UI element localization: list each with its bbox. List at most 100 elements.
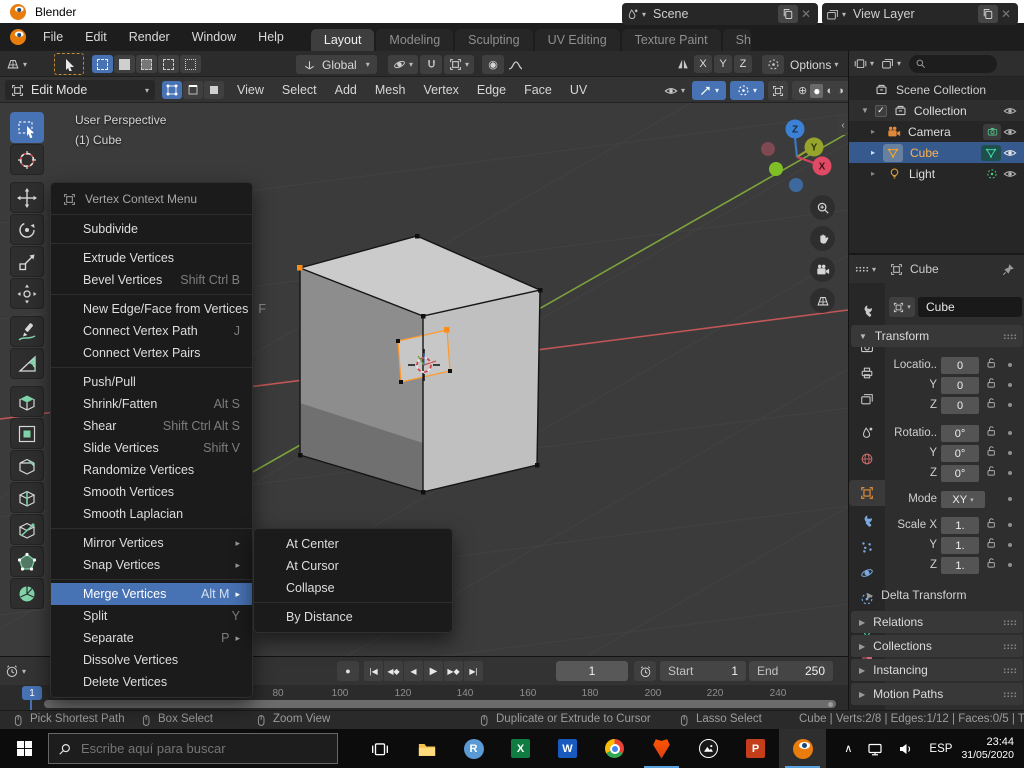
scale-y-anim-dot[interactable] (1008, 543, 1012, 547)
rotation-x-anim-dot[interactable] (1008, 431, 1012, 435)
location-x-lock-icon[interactable] (985, 357, 997, 369)
transform-grip-icon[interactable] (1003, 333, 1017, 340)
workspace-tab-shading[interactable]: Sh (722, 29, 751, 51)
tool-spin[interactable] (10, 578, 44, 609)
scale-y-field[interactable]: 1. (941, 537, 979, 554)
relations-grip-icon[interactable] (1003, 619, 1017, 626)
auto-keying-clock-button[interactable] (634, 661, 656, 681)
tool-bevel[interactable] (10, 450, 44, 481)
menu-item-mirror-vertices[interactable]: Mirror Vertices ▸ (51, 532, 252, 554)
mirror-x-toggle[interactable]: X (694, 55, 712, 73)
transform-orientation-dropdown[interactable]: Global ▾ (296, 55, 377, 74)
mirror-y-toggle[interactable]: Y (714, 55, 732, 73)
rotation-y-anim-dot[interactable] (1008, 451, 1012, 455)
overlays-toggle-button[interactable]: ▾ (730, 81, 764, 100)
menu-item-slide-vertices[interactable]: Slide Vertices Shift V (51, 437, 252, 459)
tool-move[interactable] (10, 182, 44, 213)
workspace-tab-layout[interactable]: Layout (310, 29, 375, 51)
menu-item-extrude-vertices[interactable]: Extrude Vertices (51, 247, 252, 269)
tool-cursor[interactable] (10, 144, 44, 175)
menu-select[interactable]: Select (273, 83, 326, 97)
gizmo-neg-z-ball[interactable] (789, 178, 803, 192)
brave-button[interactable] (638, 729, 685, 768)
play-button[interactable]: ▶ (424, 661, 443, 681)
workspace-tab-texture-paint[interactable]: Texture Paint (621, 29, 721, 51)
tool-rotate[interactable] (10, 214, 44, 245)
scene-selector[interactable]: ▾ Scene ✕ (622, 3, 818, 25)
select-mode-intersect-button[interactable] (180, 55, 201, 73)
location-y-anim-dot[interactable] (1008, 383, 1012, 387)
language-indicator[interactable]: ESP (929, 743, 952, 755)
camera-expand-icon[interactable]: ▸ (871, 127, 875, 136)
light-eye-icon[interactable] (1003, 167, 1017, 181)
blender-menu-icon[interactable] (10, 29, 26, 45)
menu-vertex[interactable]: Vertex (414, 83, 467, 97)
motion-paths-panel[interactable]: ▶ Motion Paths (851, 683, 1023, 705)
view-layer-copy-button[interactable] (978, 5, 998, 23)
scale-x-field[interactable]: 1. (941, 517, 979, 534)
scale-x-lock-icon[interactable] (985, 517, 997, 529)
frame-end-field[interactable]: End 250 (749, 661, 833, 681)
collection-eye-icon[interactable] (1003, 104, 1017, 118)
location-y-lock-icon[interactable] (985, 377, 997, 389)
view-layer-unlink-button[interactable]: ✕ (998, 7, 1014, 21)
tab-physics[interactable] (849, 560, 885, 586)
menu-item-bevel-vertices[interactable]: Bevel Vertices Shift Ctrl B (51, 269, 252, 291)
scale-x-anim-dot[interactable] (1008, 523, 1012, 527)
scene-unlink-button[interactable]: ✕ (798, 7, 814, 21)
workspace-tab-uv-editing[interactable]: UV Editing (534, 29, 620, 51)
location-x-anim-dot[interactable] (1008, 363, 1012, 367)
pivot-point-dropdown[interactable]: ▾ (388, 55, 419, 74)
editor-type-button[interactable]: ▾ (6, 54, 27, 74)
location-z-anim-dot[interactable] (1008, 403, 1012, 407)
collection-checkbox[interactable]: ✓ (874, 104, 887, 117)
pan-view-button[interactable] (810, 226, 835, 251)
visibility-dropdown[interactable]: ▾ (664, 81, 685, 100)
outliner-row-collection[interactable]: ▼ ✓ Collection (849, 100, 1024, 121)
object-id-icon-button[interactable]: ▾ (889, 297, 915, 317)
rotation-y-field[interactable]: 0° (941, 445, 979, 462)
tool-loop-cut[interactable] (10, 482, 44, 513)
options-dropdown[interactable]: Options ▾ (790, 55, 838, 74)
tab-view-layer[interactable] (849, 386, 885, 412)
instancing-panel[interactable]: ▶ Instancing (851, 659, 1023, 681)
volume-icon[interactable] (897, 741, 913, 757)
tab-modifiers[interactable] (849, 508, 885, 534)
location-y-field[interactable]: 0 (941, 377, 979, 394)
blender-taskbar-button[interactable] (779, 729, 826, 768)
playhead-badge[interactable]: 1 (22, 686, 42, 700)
view-layer-name[interactable]: View Layer (846, 7, 976, 21)
xray-toggle-button[interactable] (768, 81, 788, 100)
shading-wireframe-button[interactable]: ⊕ (798, 84, 807, 97)
outliner-row-light[interactable]: ▸ Light (849, 163, 1024, 184)
delta-transform-panel[interactable]: ▶ Delta Transform (867, 585, 967, 605)
outliner-row-scene-collection[interactable]: Scene Collection (849, 79, 1024, 100)
current-frame-field[interactable]: 1 (556, 661, 628, 681)
menu-item-separate[interactable]: Separate P ▸ (51, 627, 252, 649)
location-x-field[interactable]: 0 (941, 357, 979, 374)
motion-paths-grip-icon[interactable] (1003, 691, 1017, 698)
scene-name[interactable]: Scene (646, 7, 776, 21)
rotation-z-field[interactable]: 0° (941, 465, 979, 482)
menu-item-connect-vertex-path[interactable]: Connect Vertex Path J (51, 320, 252, 342)
zoom-view-button[interactable] (810, 195, 835, 220)
outliner-display-mode-button[interactable]: ▾ (854, 57, 874, 70)
edge-select-button[interactable] (183, 81, 203, 99)
light-data-icon[interactable] (983, 166, 1001, 182)
object-name-field[interactable]: Cube (918, 297, 1022, 317)
rotation-mode-anim-dot[interactable] (1008, 497, 1012, 501)
file-explorer-button[interactable] (403, 729, 450, 768)
workspace-tab-sculpting[interactable]: Sculpting (455, 29, 533, 51)
play-reverse-button[interactable]: ◀ (404, 661, 423, 681)
menu-item-smooth-laplacian[interactable]: Smooth Laplacian (51, 503, 252, 525)
menu-item-smooth-vertices[interactable]: Smooth Vertices (51, 481, 252, 503)
timeline-editor-type-button[interactable]: ▾ (5, 661, 26, 681)
tab-object[interactable] (849, 480, 885, 506)
select-mode-subtract-button[interactable] (136, 55, 157, 73)
pin-icon[interactable] (1002, 263, 1015, 276)
tab-scene[interactable] (849, 420, 885, 446)
shading-rendered-button[interactable]: ◑ (837, 85, 844, 97)
menu-item-dissolve-vertices[interactable]: Dissolve Vertices (51, 649, 252, 671)
rotation-z-lock-icon[interactable] (985, 465, 997, 477)
navigation-gizmo[interactable]: Z Y X (756, 113, 844, 193)
